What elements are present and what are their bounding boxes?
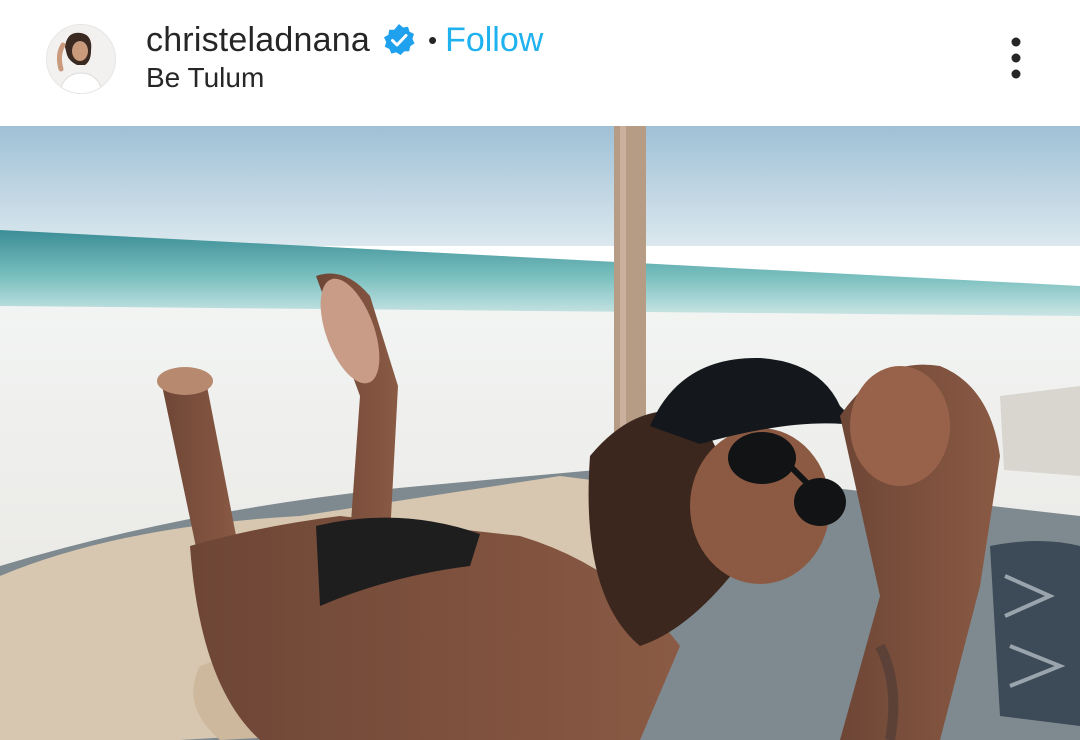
more-options-icon[interactable] <box>996 30 1036 90</box>
follow-button[interactable]: Follow <box>445 21 543 60</box>
verified-badge-icon <box>382 23 416 57</box>
username[interactable]: christeladnana <box>146 21 370 60</box>
username-row: christeladnana • Follow <box>146 18 543 62</box>
location-link[interactable]: Be Tulum <box>146 62 264 94</box>
post-photo[interactable] <box>0 126 1080 740</box>
avatar-image <box>47 25 115 93</box>
separator-dot: • <box>427 24 438 55</box>
avatar[interactable] <box>46 24 116 94</box>
beach-photo <box>0 126 1080 740</box>
post-header: christeladnana • Follow Be Tulum <box>0 0 1080 126</box>
